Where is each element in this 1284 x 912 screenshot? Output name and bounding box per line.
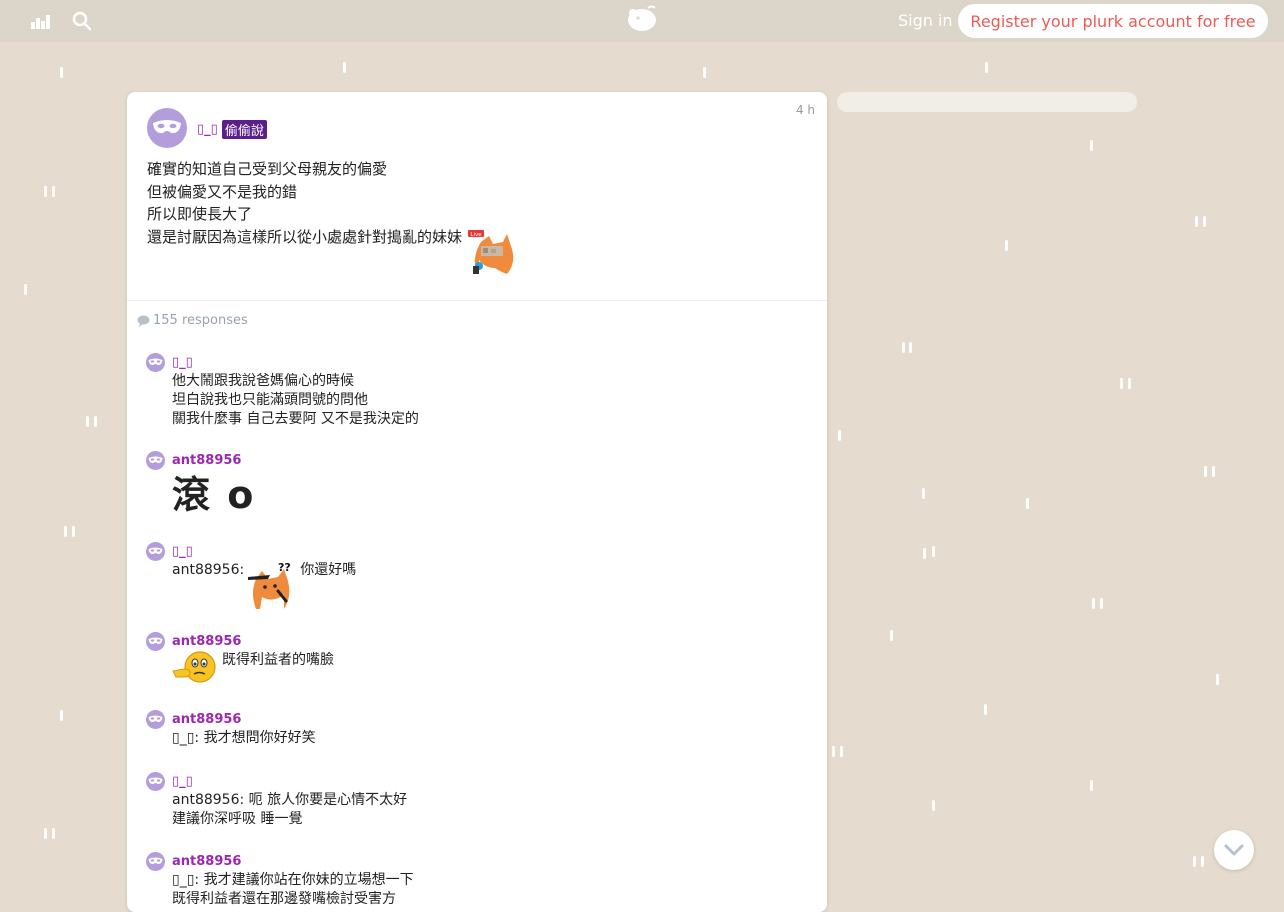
response-text: 他大鬧跟我說爸媽偏心的時候 坦白說我也只能滿頭問號的問他 關我什麼事 自己去要阿… [172,372,806,429]
response-item: ▯_▯ ant88956: 呃 旅人你要是心情不太好 建議你深呼吸 睡一覺 [146,771,806,829]
response-text: ant88956: 呃 旅人你要是心情不太好 建議你深呼吸 睡一覺 [172,791,806,829]
response-line: 既得利益者的嘴臉 [222,652,334,668]
comment-icon [137,315,150,327]
qualifier-badge: 偷偷說 [221,120,267,139]
register-button[interactable]: Register your plurk account for free [958,4,1268,38]
response-line: 關我什麼事 自己去要阿 又不是我決定的 [172,411,419,427]
sign-in-link[interactable]: Sign in [898,11,953,30]
response-line: ▯_▯: 我才建議你站在你妹的立場想一下 [172,872,414,888]
response-text: ▯_▯: 我才想問你好好笑 [172,729,806,748]
response-author[interactable]: ant88956 [172,712,241,727]
response-count-label: 155 responses [153,313,248,328]
avatar[interactable] [146,631,165,651]
response-author[interactable]: ant88956 [172,854,241,869]
avatar[interactable] [146,352,165,372]
response-line: 他大鬧跟我說爸媽偏心的時候 [172,373,354,389]
divider [127,300,827,301]
response-author[interactable]: ant88956 [172,634,241,649]
response-prefix: ant88956: [172,562,245,578]
avatar[interactable] [146,450,165,470]
response-suffix: 你還好嗎 [300,562,357,578]
response-line: 建議你深呼吸 睡一覺 [172,811,303,827]
post-time: 4 h [795,103,815,117]
response-line: 坦白說我也只能滿頭問號的問他 [172,392,368,408]
response-item: ▯_▯ ant88956: ?? 你還好嗎 [146,541,806,609]
plurk-card: 4 h ▯_▯ 偷偷說 確實的知道自己受到父母親友的偏愛 但被偏愛又不是我的錯 … [127,92,827,912]
response-author[interactable]: ▯_▯ [172,774,193,789]
response-text: ant88956: ?? 你還好嗎 [172,561,806,609]
response-author[interactable]: ▯_▯ [172,544,193,559]
sidebar-placeholder [837,92,1137,112]
sticker-label: Live [470,232,482,238]
mask-icon [148,456,163,463]
post-line: 所以即使長大了 [147,205,253,223]
top-bar: Sign in Register your plurk account for … [0,0,1284,42]
response-count[interactable]: 155 responses [137,313,248,328]
mask-icon [148,358,163,365]
plurk-logo-icon[interactable] [624,4,660,34]
avatar[interactable] [146,709,165,729]
response-item: ant88956 ▯_▯: 我才想問你好好笑 [146,709,806,748]
mask-icon [148,715,163,722]
search-icon[interactable] [69,8,95,34]
post-author: ▯_▯ 偷偷說 [197,120,267,139]
scroll-down-button[interactable] [1214,830,1254,870]
avatar[interactable] [146,851,165,871]
mask-icon [148,547,163,554]
response-text: 既得利益者的嘴臉 [172,651,806,685]
author-name[interactable]: ▯_▯ [197,122,218,137]
chevron-down-icon [1224,844,1244,856]
mask-icon [148,857,163,864]
mask-icon [148,777,163,784]
response-line: ant88956: 呃 旅人你要是心情不太好 [172,792,408,808]
response-line: ▯_▯: 我才想問你好好笑 [172,730,316,746]
mask-icon [153,120,181,134]
response-item: ▯_▯ 他大鬧跟我說爸媽偏心的時候 坦白說我也只能滿頭問號的問他 關我什麼事 自… [146,352,806,429]
fox-live-sticker: Live [467,228,517,276]
response-big-text: 滾 o [172,473,256,517]
response-author[interactable]: ▯_▯ [172,355,193,370]
response-text: ▯_▯: 我才建議你站在你妹的立場想一下 既得利益者還在那邊發嘴檢討受害方 [172,871,806,909]
response-item: ant88956 既得利益者的嘴臉 [146,631,806,685]
response-item: ant88956 ▯_▯: 我才建議你站在你妹的立場想一下 既得利益者還在那邊發… [146,851,806,909]
pointing-emoji-sticker [172,651,216,683]
avatar[interactable] [147,108,187,148]
response-author[interactable]: ant88956 [172,453,241,468]
response-item: ant88956 滾 o [146,450,806,520]
avatar[interactable] [146,771,165,791]
post-line: 確實的知道自己受到父母親友的偏愛 [147,160,388,178]
stats-icon[interactable] [27,8,53,34]
avatar[interactable] [146,541,165,561]
mask-icon [148,637,163,644]
post-line: 但被偏愛又不是我的錯 [147,182,298,201]
fox-confused-sticker: ?? [248,561,291,609]
